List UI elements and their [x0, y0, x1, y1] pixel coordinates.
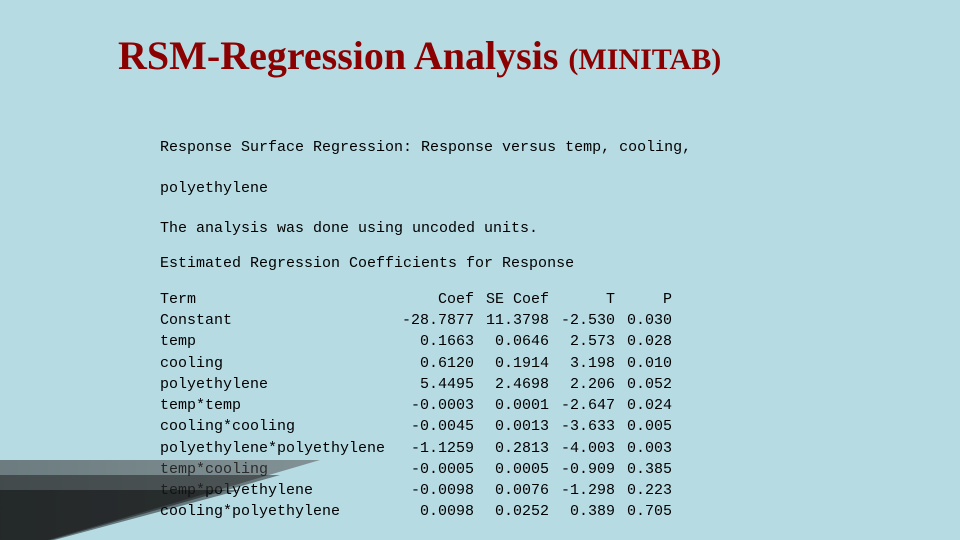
table-row: temp*temp-0.00030.0001-2.6470.024	[160, 396, 678, 417]
table-row: cooling0.61200.19143.1980.010	[160, 354, 678, 375]
table-row: polyethylene*polyethylene-1.12590.2813-4…	[160, 439, 678, 460]
col-p: P	[621, 290, 678, 311]
cell-se-coef: 11.3798	[480, 311, 555, 332]
table-row: polyethylene5.44952.46982.2060.052	[160, 375, 678, 396]
cell-term: temp*temp	[160, 396, 396, 417]
table-row: temp*polyethylene-0.00980.0076-1.2980.22…	[160, 481, 678, 502]
cell-term: temp*cooling	[160, 460, 396, 481]
cell-t: 0.389	[555, 502, 621, 523]
title-sub: (MINITAB)	[568, 43, 721, 76]
cell-coef: -28.7877	[396, 311, 480, 332]
cell-se-coef: 0.1914	[480, 354, 555, 375]
col-t: T	[555, 290, 621, 311]
cell-se-coef: 0.0252	[480, 502, 555, 523]
cell-coef: 5.4495	[396, 375, 480, 396]
cell-t: -0.909	[555, 460, 621, 481]
cell-t: 3.198	[555, 354, 621, 375]
cell-coef: 0.0098	[396, 502, 480, 523]
cell-p: 0.385	[621, 460, 678, 481]
cell-p: 0.705	[621, 502, 678, 523]
cell-coef: -1.1259	[396, 439, 480, 460]
table-row: Constant-28.787711.3798-2.5300.030	[160, 311, 678, 332]
cell-t: -3.633	[555, 417, 621, 438]
cell-term: cooling	[160, 354, 396, 375]
cell-se-coef: 0.0001	[480, 396, 555, 417]
intro-line-1: Response Surface Regression: Response ve…	[160, 139, 691, 156]
intro-paragraph: Response Surface Regression: Response ve…	[160, 118, 880, 240]
cell-coef: 0.1663	[396, 332, 480, 353]
cell-coef: 0.6120	[396, 354, 480, 375]
cell-se-coef: 0.0076	[480, 481, 555, 502]
cell-p: 0.223	[621, 481, 678, 502]
cell-coef: -0.0003	[396, 396, 480, 417]
cell-term: temp	[160, 332, 396, 353]
col-se-coef: SE Coef	[480, 290, 555, 311]
cell-se-coef: 0.2813	[480, 439, 555, 460]
regression-table: TermCoefSE CoefTPConstant-28.787711.3798…	[160, 290, 678, 524]
cell-term: temp*polyethylene	[160, 481, 396, 502]
intro-line-2: polyethylene	[160, 180, 268, 197]
cell-se-coef: 0.0646	[480, 332, 555, 353]
table-header-row: TermCoefSE CoefTP	[160, 290, 678, 311]
cell-se-coef: 0.0005	[480, 460, 555, 481]
cell-t: 2.573	[555, 332, 621, 353]
table-row: cooling*cooling-0.00450.0013-3.6330.005	[160, 417, 678, 438]
title-main: RSM-Regression Analysis	[118, 33, 558, 78]
cell-term: polyethylene	[160, 375, 396, 396]
cell-t: -4.003	[555, 439, 621, 460]
col-coef: Coef	[396, 290, 480, 311]
table-row: temp0.16630.06462.5730.028	[160, 332, 678, 353]
cell-t: 2.206	[555, 375, 621, 396]
table-row: cooling*polyethylene0.00980.02520.3890.7…	[160, 502, 678, 523]
cell-p: 0.010	[621, 354, 678, 375]
cell-p: 0.024	[621, 396, 678, 417]
slide-title: RSM-Regression Analysis (MINITAB)	[118, 32, 721, 79]
cell-coef: -0.0005	[396, 460, 480, 481]
cell-se-coef: 2.4698	[480, 375, 555, 396]
cell-p: 0.003	[621, 439, 678, 460]
cell-se-coef: 0.0013	[480, 417, 555, 438]
cell-t: -1.298	[555, 481, 621, 502]
cell-p: 0.028	[621, 332, 678, 353]
cell-p: 0.052	[621, 375, 678, 396]
cell-t: -2.530	[555, 311, 621, 332]
cell-term: cooling*cooling	[160, 417, 396, 438]
cell-p: 0.030	[621, 311, 678, 332]
cell-coef: -0.0045	[396, 417, 480, 438]
intro-line-3: The analysis was done using uncoded unit…	[160, 220, 538, 237]
col-term: Term	[160, 290, 396, 311]
table-row: temp*cooling-0.00050.0005-0.9090.385	[160, 460, 678, 481]
cell-term: cooling*polyethylene	[160, 502, 396, 523]
slide-body: Response Surface Regression: Response ve…	[160, 118, 880, 540]
cell-t: -2.647	[555, 396, 621, 417]
cell-term: Constant	[160, 311, 396, 332]
cell-coef: -0.0098	[396, 481, 480, 502]
slide: RSM-Regression Analysis (MINITAB) Respon…	[0, 0, 960, 540]
section-heading: Estimated Regression Coefficients for Re…	[160, 254, 880, 274]
cell-term: polyethylene*polyethylene	[160, 439, 396, 460]
cell-p: 0.005	[621, 417, 678, 438]
